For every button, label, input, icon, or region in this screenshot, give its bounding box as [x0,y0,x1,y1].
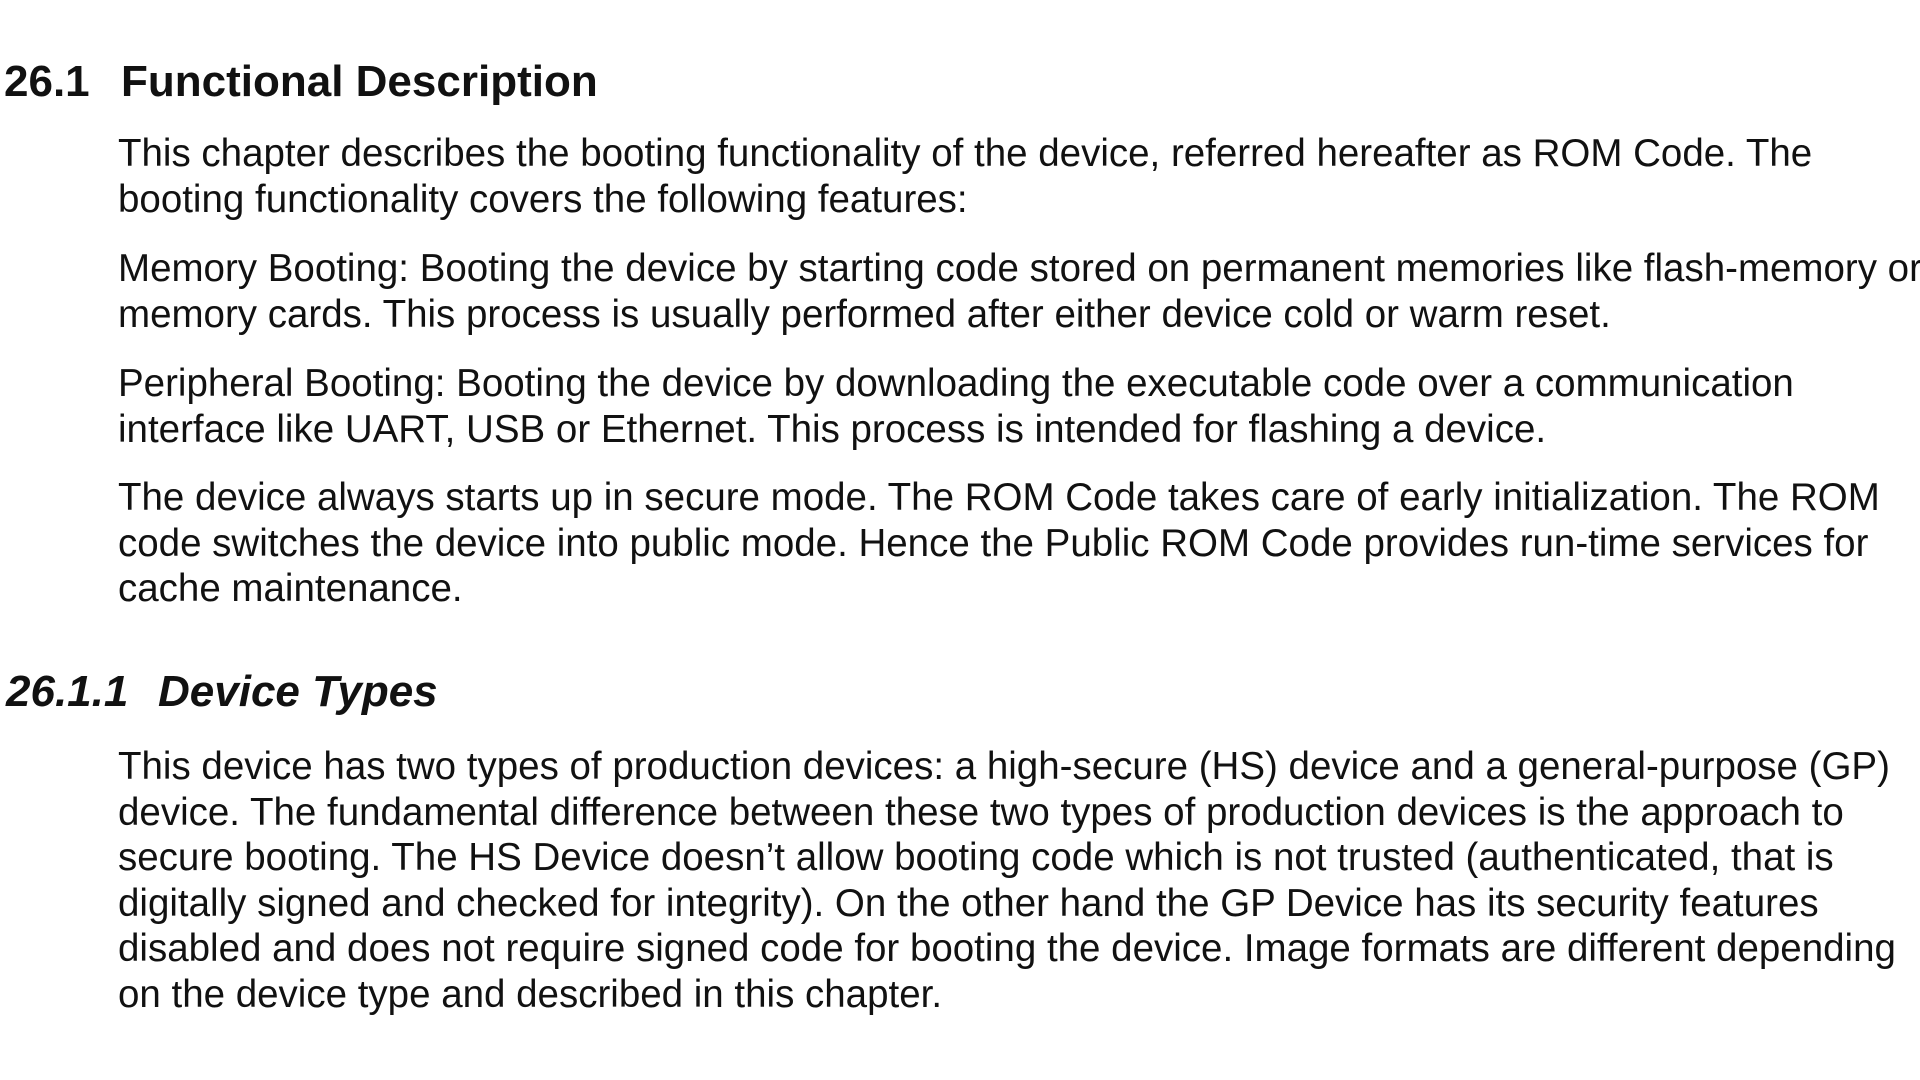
text-line: memory cards. This process is usually pe… [118,292,1611,336]
text-line: The device always starts up in secure mo… [118,476,1880,519]
text-line: device. The fundamental difference betwe… [118,790,1844,834]
paragraph-intro: This chapter describes the booting funct… [118,131,1918,222]
section-title: Functional Description [121,57,598,106]
section-number: 26.1 [4,57,90,106]
paragraph-device-types: This device has two types of production … [118,744,1918,1017]
paragraph-secure-mode: The device always starts up in secure mo… [118,475,1918,612]
section-heading: 26.1 Functional Description [4,56,598,108]
paragraph-memory-booting: Memory Booting: Booting the device by st… [118,246,1920,337]
text-line: Peripheral Booting: Booting the device b… [118,362,1794,405]
text-line: booting functionality covers the followi… [118,177,968,221]
text-line: Memory Booting: Booting the device by st… [118,247,1920,290]
text-line: disabled and does not require signed cod… [118,927,1896,970]
text-line: digitally signed and checked for integri… [118,881,1819,925]
text-line: code switches the device into public mod… [118,521,1869,565]
document-page: 26.1 Functional Description This chapter … [0,0,1920,1080]
subsection-title: Device Types [158,667,438,716]
subsection-number: 26.1.1 [6,667,129,716]
text-line: This chapter describes the booting funct… [118,132,1813,175]
text-line: interface like UART, USB or Ethernet. Th… [118,407,1547,451]
text-line: This device has two types of production … [118,745,1890,788]
text-line: secure booting. The HS Device doesn’t al… [118,836,1834,879]
subsection-heading: 26.1.1 Device Types [6,666,438,718]
paragraph-peripheral-booting: Peripheral Booting: Booting the device b… [118,361,1918,452]
text-line: cache maintenance. [118,567,463,610]
text-line: on the device type and described in this… [118,972,943,1016]
